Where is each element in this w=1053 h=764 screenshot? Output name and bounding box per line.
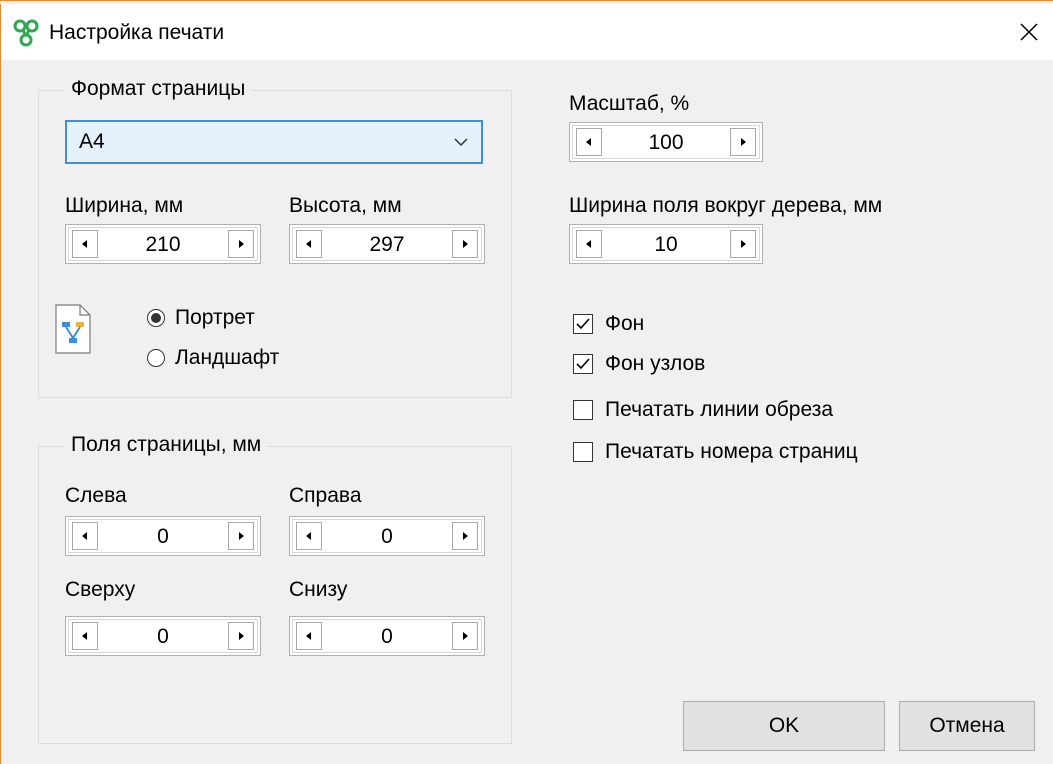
checkbox-box — [573, 400, 593, 420]
checkbox-box — [573, 314, 593, 334]
arrow-left-icon — [306, 532, 311, 540]
width-increment-button[interactable] — [228, 230, 254, 258]
arrow-left-icon — [586, 138, 591, 146]
arrow-left-icon — [306, 240, 311, 248]
arrow-right-icon — [239, 532, 244, 540]
arrow-right-icon — [741, 138, 746, 146]
margin-bottom-decrement-button[interactable] — [296, 622, 322, 650]
arrow-left-icon — [586, 240, 591, 248]
scale-increment-button[interactable] — [730, 128, 756, 156]
checkbox-box — [573, 354, 593, 374]
landscape-label: Ландшафт — [175, 346, 280, 369]
page-orientation-icon — [55, 304, 91, 354]
tree-margin-increment-button[interactable] — [730, 230, 756, 258]
cancel-button[interactable]: Отмена — [899, 701, 1035, 751]
page-format-value: A4 — [79, 130, 105, 153]
window-border — [0, 0, 1053, 1]
height-increment-button[interactable] — [452, 230, 478, 258]
margin-left-label: Слева — [65, 484, 127, 507]
checkmark-icon — [576, 318, 590, 330]
margin-right-increment-button[interactable] — [452, 522, 478, 550]
arrow-right-icon — [239, 240, 244, 248]
height-stepper[interactable]: 297 — [289, 224, 485, 264]
crop-lines-checkbox[interactable]: Печатать линии обреза — [573, 398, 833, 422]
checkbox-box — [573, 442, 593, 462]
node-background-label: Фон узлов — [605, 352, 706, 375]
close-icon — [1020, 23, 1038, 41]
scale-decrement-button[interactable] — [576, 128, 602, 156]
background-label: Фон — [605, 312, 645, 335]
radio-indicator — [147, 309, 165, 327]
ok-button[interactable]: OK — [683, 701, 885, 751]
window-title: Настройка печати — [49, 21, 225, 44]
checkmark-icon — [576, 358, 590, 370]
landscape-radio[interactable]: Ландшафт — [147, 346, 279, 370]
arrow-right-icon — [463, 532, 468, 540]
arrow-right-icon — [463, 240, 468, 248]
width-decrement-button[interactable] — [72, 230, 98, 258]
margin-left-stepper[interactable]: 0 — [65, 516, 261, 556]
arrow-right-icon — [463, 632, 468, 640]
arrow-right-icon — [741, 240, 746, 248]
node-background-checkbox[interactable]: Фон узлов — [573, 352, 705, 376]
page-numbers-label: Печатать номера страниц — [605, 440, 858, 463]
tree-margin-stepper[interactable]: 10 — [569, 224, 763, 264]
portrait-radio[interactable]: Портрет — [147, 306, 255, 330]
margin-right-label: Справа — [289, 484, 362, 507]
crop-lines-label: Печатать линии обреза — [605, 398, 834, 421]
portrait-label: Портрет — [175, 306, 255, 329]
margin-bottom-increment-button[interactable] — [452, 622, 478, 650]
arrow-left-icon — [82, 632, 87, 640]
margin-left-increment-button[interactable] — [228, 522, 254, 550]
height-value[interactable]: 297 — [324, 233, 450, 257]
margin-bottom-stepper[interactable]: 0 — [289, 616, 485, 656]
tree-margin-decrement-button[interactable] — [576, 230, 602, 258]
arrow-left-icon — [82, 240, 87, 248]
page-numbers-checkbox[interactable]: Печатать номера страниц — [573, 440, 858, 464]
margin-top-decrement-button[interactable] — [72, 622, 98, 650]
margin-top-increment-button[interactable] — [228, 622, 254, 650]
margin-left-value[interactable]: 0 — [100, 525, 226, 549]
margin-bottom-value[interactable]: 0 — [324, 625, 450, 649]
scale-label: Масштаб, % — [569, 92, 690, 115]
scale-value[interactable]: 100 — [604, 131, 728, 155]
width-value[interactable]: 210 — [100, 233, 226, 257]
app-icon — [13, 19, 39, 47]
page-format-legend: Формат страницы — [65, 77, 252, 101]
height-decrement-button[interactable] — [296, 230, 322, 258]
arrow-left-icon — [82, 532, 87, 540]
margin-top-value[interactable]: 0 — [100, 625, 226, 649]
background-checkbox[interactable]: Фон — [573, 312, 644, 336]
arrow-left-icon — [306, 632, 311, 640]
title-bar[interactable]: Настройка печати — [0, 4, 1053, 60]
margin-top-stepper[interactable]: 0 — [65, 616, 261, 656]
radio-indicator — [147, 349, 165, 367]
chevron-down-icon — [454, 138, 468, 147]
height-label: Высота, мм — [289, 194, 402, 217]
scale-stepper[interactable]: 100 — [569, 122, 763, 162]
width-label: Ширина, мм — [65, 194, 184, 217]
margin-right-decrement-button[interactable] — [296, 522, 322, 550]
margin-left-decrement-button[interactable] — [72, 522, 98, 550]
width-stepper[interactable]: 210 — [65, 224, 261, 264]
dialog-body: Формат страницы A4 Ширина, мм 210 Высота… — [0, 60, 1053, 764]
page-margins-legend: Поля страницы, мм — [65, 433, 268, 457]
margin-right-stepper[interactable]: 0 — [289, 516, 485, 556]
close-button[interactable] — [1004, 4, 1053, 60]
margin-top-label: Сверху — [65, 578, 136, 601]
tree-margin-label: Ширина поля вокруг дерева, мм — [569, 194, 883, 217]
radio-dot — [151, 313, 161, 323]
arrow-right-icon — [239, 632, 244, 640]
margin-bottom-label: Снизу — [289, 578, 348, 601]
tree-margin-value[interactable]: 10 — [604, 233, 728, 257]
margin-right-value[interactable]: 0 — [324, 525, 450, 549]
page-format-select[interactable]: A4 — [65, 120, 483, 164]
